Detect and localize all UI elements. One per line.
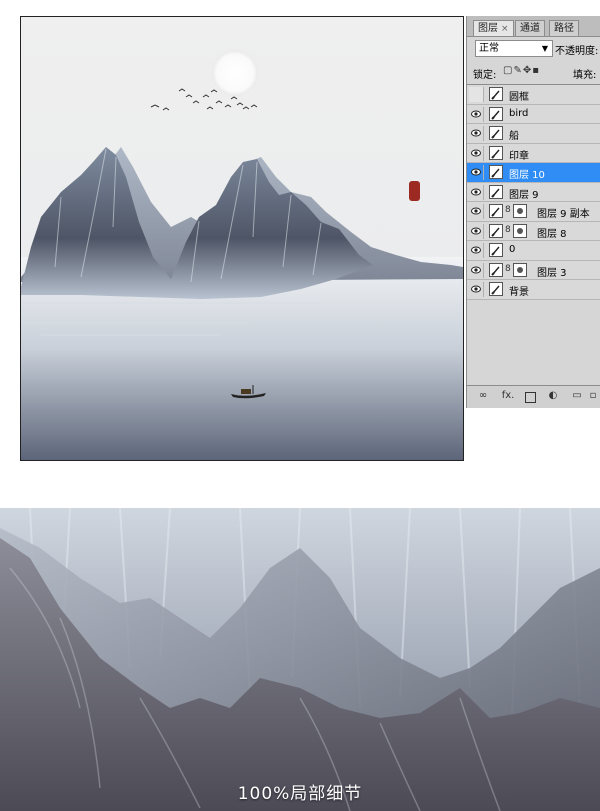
layer-mask-thumbnail[interactable]	[513, 204, 527, 218]
landscape-artwork	[21, 17, 463, 460]
panel-bottom-toolbar: ∞ fx. ◐ ▭ ▫	[467, 385, 600, 408]
fill-label: 填充:	[573, 70, 597, 81]
brush-icon	[489, 126, 503, 140]
chain-link-icon[interactable]: 8	[505, 225, 511, 235]
tab-paths[interactable]: 路径	[549, 20, 579, 36]
zoom-detail-image	[0, 508, 600, 811]
brush-icon	[489, 106, 503, 121]
sun	[212, 50, 258, 96]
layer-name: 背景	[509, 287, 529, 298]
layer-name: 图层 10	[509, 170, 545, 181]
link-icon[interactable]: ∞	[477, 390, 489, 402]
chevron-down-icon: ▼	[541, 44, 548, 53]
layer-mask-thumbnail[interactable]	[513, 262, 527, 277]
layer-row[interactable]: 8 图层 3	[467, 260, 600, 280]
tab-channels[interactable]: 通道	[515, 20, 545, 36]
eye-icon[interactable]	[469, 204, 484, 219]
folder-icon[interactable]: ▭	[571, 390, 583, 402]
chain-link-icon[interactable]: 8	[505, 205, 511, 215]
brush-icon	[489, 262, 503, 277]
eye-icon[interactable]	[469, 243, 484, 258]
brush-icon	[489, 184, 503, 199]
eye-icon[interactable]	[469, 262, 484, 278]
layer-row[interactable]: 圆框	[467, 85, 600, 105]
eye-icon[interactable]	[469, 126, 484, 141]
tab-layers[interactable]: 图层 ×	[473, 20, 514, 36]
eye-icon[interactable]	[469, 106, 484, 122]
tab-channels-label: 通道	[520, 23, 540, 34]
detail-caption: 100%局部细节	[237, 784, 363, 804]
lock-row: 锁定: ▢✎✥▪ 填充:	[467, 64, 600, 81]
opacity-label: 不透明度:	[555, 46, 599, 57]
tab-layers-label: 图层	[478, 23, 498, 34]
panel-tabs: 图层 × 通道 路径	[467, 16, 600, 37]
brush-icon	[489, 165, 503, 179]
brush-icon	[489, 223, 503, 238]
new-layer-icon[interactable]: ▫	[587, 390, 599, 402]
layer-name: 图层 3	[537, 267, 567, 279]
layer-row[interactable]: 图层 10	[467, 163, 600, 183]
layer-name: 图层 8	[537, 228, 567, 240]
visibility-off-icon[interactable]	[469, 87, 484, 102]
eye-icon[interactable]	[469, 223, 484, 239]
brush-icon	[489, 145, 503, 160]
layer-list: 圆框 bird 船印章图层 10 图层 9 8 图层 9 副本 8 图层 8 0 8 图层 3 背景	[467, 84, 600, 385]
layer-name: 船	[509, 131, 519, 142]
layer-row[interactable]: 8 图层 9 副本	[467, 202, 600, 222]
eye-icon[interactable]	[469, 145, 484, 161]
blend-mode-select[interactable]: 正常 ▼	[475, 40, 553, 57]
eye-icon[interactable]	[469, 165, 484, 180]
close-icon[interactable]: ×	[501, 24, 509, 34]
layer-name: 圆框	[509, 92, 529, 103]
eye-icon[interactable]	[469, 282, 484, 297]
layer-row[interactable]: 背景	[467, 280, 600, 300]
lock-paint-icon[interactable]: ✎	[513, 65, 522, 76]
brush-icon	[489, 282, 503, 296]
lock-move-icon[interactable]: ✥	[523, 65, 532, 76]
lock-options[interactable]: ▢✎✥▪	[503, 65, 540, 76]
eye-icon[interactable]	[469, 184, 484, 200]
blend-row: 正常 ▼ 不透明度:	[471, 40, 600, 58]
brush-icon	[489, 204, 503, 218]
red-seal	[409, 181, 420, 201]
fx-icon[interactable]: fx.	[499, 390, 517, 402]
lock-transparent-icon[interactable]: ▢	[503, 65, 513, 76]
lock-label: 锁定:	[473, 70, 497, 81]
layers-panel: 图层 × 通道 路径 正常 ▼ 不透明度: 锁定: ▢✎✥▪ 填充: 圆框 bird…	[466, 16, 600, 408]
layer-row[interactable]: 船	[467, 124, 600, 144]
layer-row[interactable]: 图层 9	[467, 182, 600, 202]
layer-name: 图层 9	[509, 189, 539, 201]
layer-row[interactable]: bird	[467, 104, 600, 124]
add-mask-icon[interactable]	[525, 392, 536, 403]
layer-row[interactable]: 印章	[467, 143, 600, 163]
layer-name: bird	[509, 107, 529, 119]
layer-mask-thumbnail[interactable]	[513, 223, 527, 238]
layer-name: 图层 9 副本	[537, 209, 590, 220]
adjustment-icon[interactable]: ◐	[547, 390, 559, 402]
lock-all-icon[interactable]: ▪	[532, 65, 540, 76]
layer-row[interactable]: 0	[467, 241, 600, 261]
layer-name: 印章	[509, 150, 529, 162]
layer-name: 0	[509, 244, 516, 255]
chain-link-icon[interactable]: 8	[505, 264, 511, 274]
blend-mode-value: 正常	[479, 43, 499, 54]
brush-icon	[489, 87, 503, 101]
document-canvas[interactable]	[20, 16, 464, 461]
tab-paths-label: 路径	[554, 23, 574, 34]
layer-row[interactable]: 8 图层 8	[467, 221, 600, 241]
brush-icon	[489, 243, 503, 257]
mountain-texture-closeup	[0, 508, 600, 811]
